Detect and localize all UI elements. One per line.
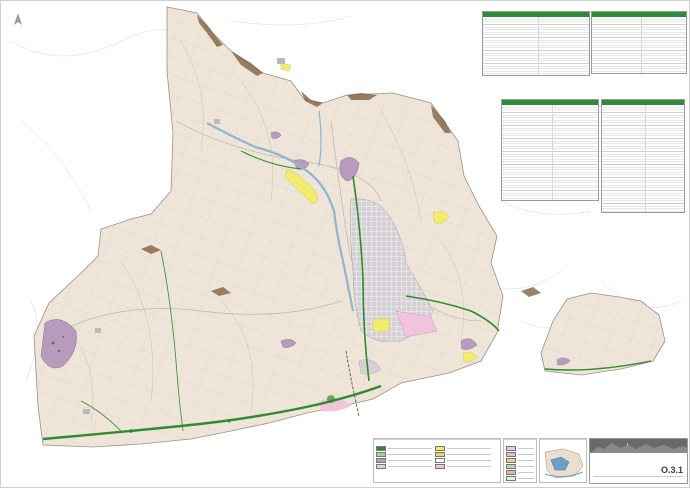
table-a — [482, 11, 590, 76]
title-banner: ▲ — [590, 439, 687, 453]
legend-title — [504, 439, 536, 440]
north-arrow-icon — [14, 13, 22, 25]
title-footer — [593, 476, 684, 480]
sheet-number: O.3.1 — [660, 465, 683, 475]
table-c — [501, 99, 599, 201]
legend-structural-elements — [373, 438, 501, 483]
location-minimap — [544, 448, 584, 479]
municipality-east — [540, 292, 666, 376]
municipality-main — [33, 6, 541, 448]
table-b — [591, 11, 687, 74]
legend-graphic-determinations — [503, 438, 537, 483]
municipal-logo-icon: ▲ — [626, 442, 630, 446]
title-block: ▲ O.3.1 — [589, 438, 688, 484]
table-d — [601, 99, 685, 213]
legend-title — [540, 439, 586, 440]
map-sheet: ▲ O.3.1 — [0, 0, 690, 488]
legend-title — [374, 439, 500, 440]
legend-territorial-situation — [539, 438, 587, 483]
